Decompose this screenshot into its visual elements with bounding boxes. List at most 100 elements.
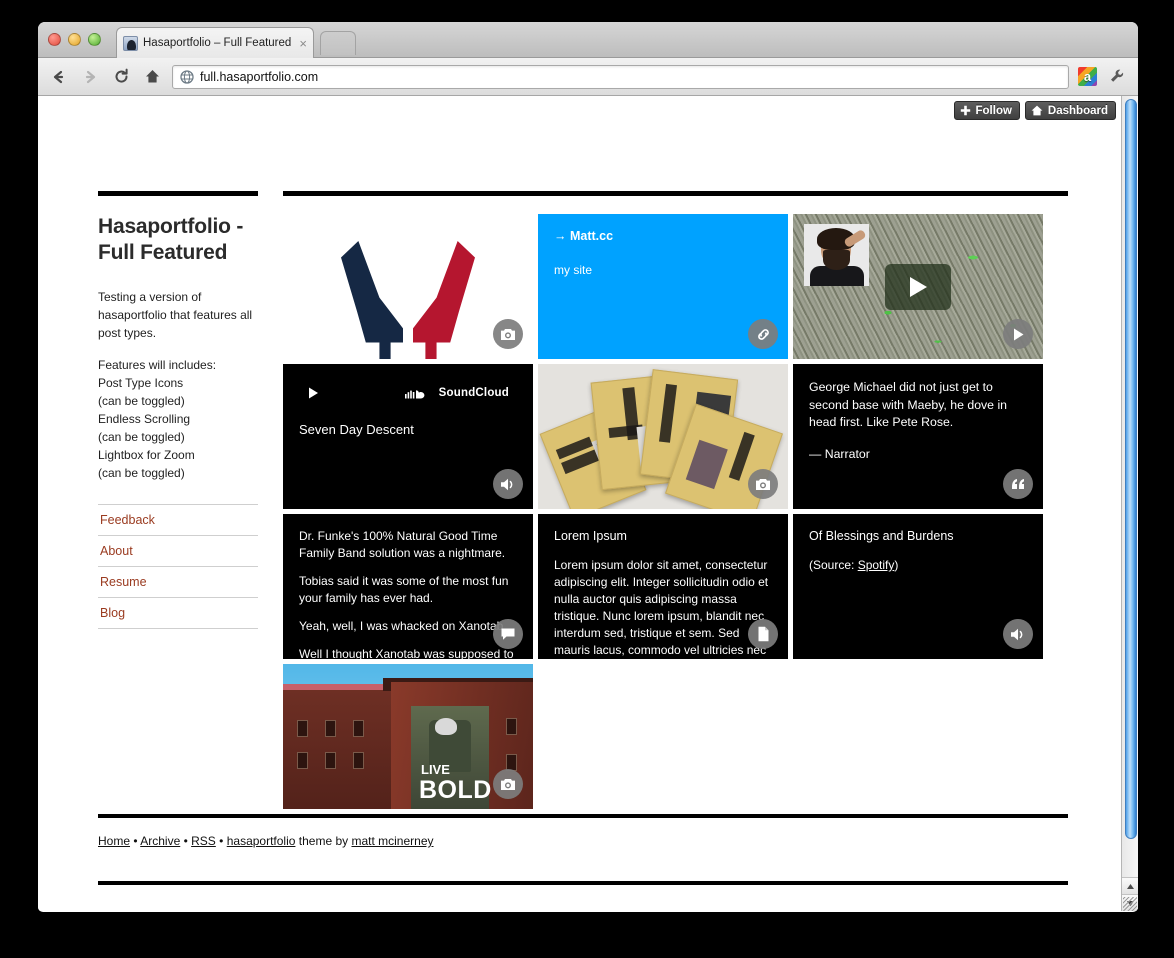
browser-tab[interactable]: Hasaportfolio – Full Featured × — [116, 27, 314, 58]
footer-link-home[interactable]: Home — [98, 834, 130, 848]
footer-link-theme[interactable]: hasaportfolio — [227, 834, 296, 848]
chat-line: Dr. Funke's 100% Natural Good Time Famil… — [299, 529, 506, 560]
home-icon[interactable] — [141, 66, 163, 88]
page-title: Hasaportfolio - Full Featured — [98, 215, 244, 264]
quote-text: George Michael did not just get to secon… — [809, 380, 1008, 429]
browser-toolbar: full.hasaportfolio.com — [38, 58, 1138, 96]
globe-icon — [180, 69, 194, 84]
video-thumbnail — [804, 224, 869, 286]
maximize-window-button[interactable] — [88, 33, 101, 46]
site-description-part-2: Features will includes: Post Type Icons … — [98, 358, 217, 480]
document-icon — [748, 619, 778, 649]
footer-separator: • — [133, 834, 138, 848]
forward-arrow-icon[interactable] — [79, 66, 101, 88]
page-viewport: Follow Dashboard Hasaportfolio - Full Fe… — [38, 96, 1138, 911]
page-scrollbar[interactable] — [1121, 96, 1138, 911]
minimize-window-button[interactable] — [68, 33, 81, 46]
play-icon — [1003, 319, 1033, 349]
quote-icon — [1003, 469, 1033, 499]
soundcloud-brand: SoundCloud — [404, 387, 509, 400]
tab-favicon-icon — [123, 35, 138, 51]
close-window-button[interactable] — [48, 33, 61, 46]
soundcloud-label: SoundCloud — [438, 387, 509, 399]
post-grid-container: → Matt.cc my site SoundCloud Seven Day D… — [283, 191, 1068, 809]
reload-icon[interactable] — [110, 66, 132, 88]
video-play-overlay-button[interactable] — [885, 263, 951, 310]
sidebar-item-feedback[interactable]: Feedback — [98, 505, 258, 536]
spotify-body: Of Blessings and Burdens (Source: Spotif… — [793, 514, 1043, 588]
audio-track-title: Of Blessings and Burdens — [809, 529, 954, 543]
billboard-line-1: LIVE — [421, 762, 450, 777]
address-bar[interactable]: full.hasaportfolio.com — [172, 64, 1069, 89]
camera-icon — [493, 769, 523, 799]
play-icon — [309, 387, 318, 399]
follow-button-label: Follow — [975, 104, 1012, 117]
post-audio-soundcloud[interactable]: SoundCloud Seven Day Descent — [283, 364, 533, 509]
post-quote[interactable]: George Michael did not just get to secon… — [793, 364, 1043, 509]
billboard-line-2: BOLD — [419, 776, 492, 804]
window-resize-grip[interactable] — [1123, 897, 1137, 911]
wrench-menu-icon[interactable] — [1106, 66, 1128, 88]
footer-rule — [98, 881, 1068, 885]
url-text: full.hasaportfolio.com — [200, 69, 319, 84]
plus-icon — [960, 105, 970, 116]
soundcloud-logo-icon — [404, 389, 425, 398]
new-tab-button[interactable] — [320, 31, 356, 55]
chat-line: Well I thought Xanotab was supposed to — [299, 647, 514, 659]
link-post-description: my site — [554, 263, 593, 277]
sidebar: Hasaportfolio - Full Featured Testing a … — [98, 191, 258, 629]
post-chat[interactable]: Dr. Funke's 100% Natural Good Time Famil… — [283, 514, 533, 659]
billboard-banner: LIVE BOLD — [411, 706, 492, 809]
site-description: Testing a version of hasaportfolio that … — [98, 288, 258, 482]
page-content: Hasaportfolio - Full Featured Testing a … — [38, 96, 1120, 911]
tab-close-icon[interactable]: × — [294, 36, 307, 51]
audio-source-line: (Source: Spotify) — [809, 557, 1027, 574]
rainbow-a-extension-icon[interactable] — [1078, 67, 1097, 86]
quote-source: — Narrator — [809, 446, 870, 461]
scroll-up-button[interactable] — [1122, 877, 1138, 894]
chat-line: Yeah, well, I was whacked on Xanotab. — [299, 619, 507, 633]
post-video[interactable] — [793, 214, 1043, 359]
horn-shape-right — [413, 241, 475, 359]
footer-link-author[interactable]: matt mcinerney — [351, 834, 433, 848]
link-post-body: → Matt.cc my site — [538, 214, 788, 293]
window-controls — [48, 33, 101, 46]
soundcloud-player-header: SoundCloud — [283, 386, 533, 400]
camera-icon — [748, 469, 778, 499]
text-post-title: Lorem Ipsum — [554, 529, 627, 543]
sidebar-item-blog[interactable]: Blog — [98, 598, 258, 629]
tumblr-controls-bar: Follow Dashboard — [953, 101, 1116, 120]
audio-track-title: Seven Day Descent — [299, 422, 414, 437]
house-icon — [1031, 105, 1043, 116]
post-photo-horns[interactable] — [283, 214, 533, 359]
post-audio-spotify[interactable]: Of Blessings and Burdens (Source: Spotif… — [793, 514, 1043, 659]
source-suffix: ) — [894, 558, 899, 572]
camera-icon — [493, 319, 523, 349]
sidebar-item-about[interactable]: About — [98, 536, 258, 567]
follow-button[interactable]: Follow — [953, 101, 1020, 120]
footer-link-rss[interactable]: RSS — [191, 834, 216, 848]
helmet-shape — [435, 718, 457, 735]
page-footer: Home • Archive • RSS • hasaportfolio the… — [98, 814, 1068, 885]
footer-link-archive[interactable]: Archive — [140, 834, 180, 848]
quote-body: George Michael did not just get to secon… — [793, 364, 1043, 478]
back-arrow-icon[interactable] — [48, 66, 70, 88]
dashboard-button-label: Dashboard — [1047, 104, 1108, 117]
speaker-icon — [493, 469, 523, 499]
browser-window: Hasaportfolio – Full Featured × full.has… — [38, 22, 1138, 912]
post-photo-livebold[interactable]: LIVE BOLD — [283, 664, 533, 809]
dashboard-button[interactable]: Dashboard — [1024, 101, 1116, 120]
post-photo-books[interactable] — [538, 364, 788, 509]
link-post-title[interactable]: → Matt.cc — [554, 228, 772, 245]
post-text-lorem[interactable]: Lorem Ipsum Lorem ipsum dolor sit amet, … — [538, 514, 788, 659]
tab-title: Hasaportfolio – Full Featured — [143, 37, 292, 49]
chat-line: Tobias said it was some of the most fun … — [299, 574, 509, 605]
spotify-link[interactable]: Spotify — [858, 558, 895, 572]
source-prefix: (Source: — [809, 558, 858, 572]
scrollbar-thumb[interactable] — [1125, 99, 1137, 839]
tab-strip: Hasaportfolio – Full Featured × — [38, 22, 1138, 58]
post-link-mattcc[interactable]: → Matt.cc my site — [538, 214, 788, 359]
footer-links: Home • Archive • RSS • hasaportfolio the… — [98, 834, 1068, 848]
speaker-icon — [1003, 619, 1033, 649]
sidebar-item-resume[interactable]: Resume — [98, 567, 258, 598]
